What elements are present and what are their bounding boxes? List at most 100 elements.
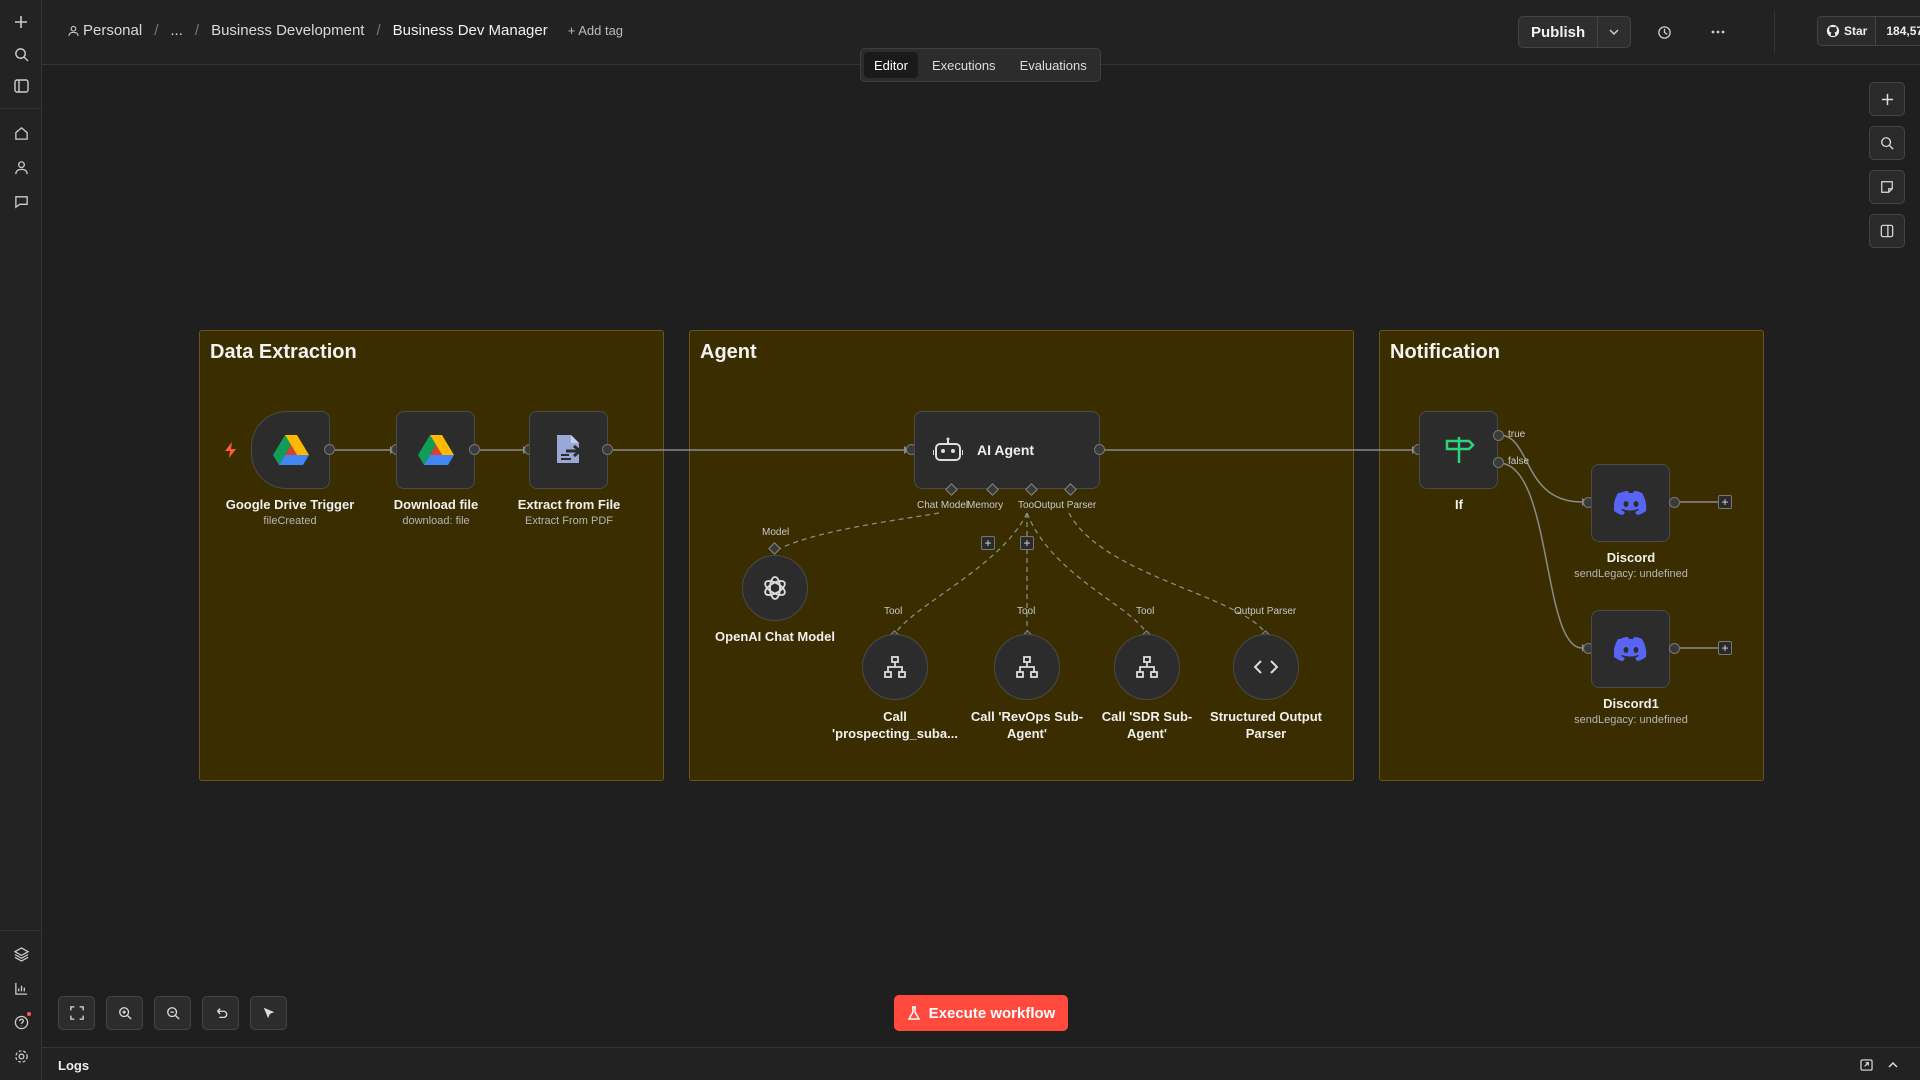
home-icon[interactable] (9, 121, 33, 145)
publish-button[interactable]: Publish (1519, 17, 1599, 47)
sticky-data-extraction[interactable]: Data Extraction (199, 330, 664, 781)
add-node-icon[interactable] (1869, 82, 1905, 116)
settings-icon[interactable] (9, 1044, 33, 1068)
port-label: Tool (1017, 606, 1036, 617)
node-label: Google Drive Trigger (225, 497, 355, 512)
port-label: Too (1018, 500, 1035, 511)
discord-icon (1613, 491, 1646, 515)
output-port[interactable] (602, 444, 613, 455)
code-icon (1254, 660, 1278, 674)
popout-icon[interactable] (1860, 1059, 1873, 1071)
chat-icon[interactable] (9, 189, 33, 213)
discord-icon (1613, 637, 1646, 661)
logs-panel[interactable]: Logs (42, 1047, 1920, 1080)
true-output-port[interactable] (1493, 430, 1504, 441)
download-file-node[interactable] (396, 411, 475, 489)
node-label: AI Agent (977, 442, 1035, 458)
port-label: Tool (1136, 606, 1155, 617)
chevron-up-icon[interactable] (1888, 1061, 1898, 1068)
call-sdr-node[interactable] (1114, 634, 1180, 700)
canvas-zoom-tools (58, 996, 287, 1030)
node-label: OpenAI Chat Model (715, 629, 835, 644)
call-prospecting-node[interactable] (862, 634, 928, 700)
port-label: Output Parser (1034, 500, 1097, 511)
plus-icon[interactable] (9, 10, 33, 34)
sticky-note-icon[interactable] (1869, 170, 1905, 204)
output-port[interactable] (1669, 497, 1680, 508)
false-output-port[interactable] (1493, 457, 1504, 468)
github-icon (1826, 24, 1840, 38)
sidebar-toggle-icon[interactable] (9, 74, 33, 98)
sitemap-icon (884, 656, 906, 678)
workflow-name[interactable]: Business Dev Manager (393, 22, 548, 39)
output-port[interactable] (1669, 643, 1680, 654)
port-label: Chat Model (917, 500, 969, 511)
fit-view-icon[interactable] (58, 996, 95, 1030)
user-icon[interactable] (9, 155, 33, 179)
templates-icon[interactable] (9, 942, 33, 966)
output-port[interactable] (469, 444, 480, 455)
google-drive-trigger-node[interactable] (251, 411, 330, 489)
if-node[interactable] (1419, 411, 1498, 489)
sticky-title: Notification (1390, 341, 1500, 363)
chevron-down-icon[interactable] (1598, 17, 1630, 47)
sticky-title: Agent (700, 341, 757, 363)
port-label: false (1508, 456, 1530, 467)
insights-icon[interactable] (9, 976, 33, 1000)
execute-workflow-button[interactable]: Execute workflow (894, 995, 1068, 1031)
add-memory-button[interactable]: + (981, 536, 995, 550)
node-subtitle: sendLegacy: undefined (1574, 714, 1688, 726)
add-node-button[interactable]: + (1718, 641, 1732, 655)
breadcrumb-ellipsis[interactable]: ... (170, 22, 183, 39)
node-label: Discord1 (1603, 696, 1659, 711)
github-star[interactable]: Star 184,578 (1817, 16, 1920, 46)
breadcrumb-personal[interactable]: Personal (68, 22, 142, 39)
node-label: If (1455, 497, 1463, 512)
zoom-out-icon[interactable] (154, 996, 191, 1030)
add-tool-button[interactable]: + (1020, 536, 1034, 550)
tidy-up-icon[interactable] (250, 996, 287, 1030)
discord-node[interactable] (1591, 464, 1670, 542)
search-icon[interactable] (1869, 126, 1905, 160)
panel-toggle-icon[interactable] (1869, 214, 1905, 248)
output-port[interactable] (1094, 444, 1105, 455)
left-rail (0, 0, 42, 1080)
sitemap-icon (1016, 656, 1038, 678)
file-export-icon (556, 435, 582, 463)
node-label: Call 'RevOps Sub-Agent' (970, 709, 1084, 741)
breadcrumb-folder[interactable]: Business Development (211, 22, 364, 39)
port-label: Tool (884, 606, 903, 617)
zoom-in-icon[interactable] (106, 996, 143, 1030)
breadcrumb: Personal / ... / Business Development / … (68, 22, 623, 39)
node-label: Download file (393, 497, 479, 512)
history-icon[interactable] (1652, 20, 1676, 44)
add-tag-button[interactable]: + Add tag (568, 23, 623, 38)
google-drive-icon (417, 435, 454, 465)
search-icon[interactable] (9, 42, 33, 66)
output-port[interactable] (324, 444, 335, 455)
sticky-title: Data Extraction (210, 341, 357, 363)
call-revops-node[interactable] (994, 634, 1060, 700)
openai-icon (764, 576, 786, 600)
robot-icon (933, 437, 963, 461)
discord1-node[interactable] (1591, 610, 1670, 688)
node-label: Discord (1606, 550, 1656, 565)
extract-from-file-node[interactable] (529, 411, 608, 489)
structured-output-parser-node[interactable] (1233, 634, 1299, 700)
help-icon[interactable] (9, 1010, 33, 1034)
notification-dot (27, 1012, 31, 1016)
lightning-icon (225, 442, 236, 458)
flask-icon (907, 1005, 920, 1020)
more-options-icon[interactable] (1706, 20, 1730, 44)
undo-icon[interactable] (202, 996, 239, 1030)
port-label: true (1508, 429, 1526, 440)
add-node-button[interactable]: + (1718, 495, 1732, 509)
port-label: Memory (967, 500, 1004, 511)
workflow-canvas[interactable]: Data Extraction Agent Notification Googl… (42, 66, 1920, 1046)
openai-chat-model-node[interactable] (742, 555, 808, 621)
node-label: Call 'SDR Sub-Agent' (1101, 709, 1193, 741)
publish-group: Publish (1518, 16, 1632, 48)
sitemap-icon (1136, 656, 1158, 678)
ai-agent-node[interactable]: AI Agent (914, 411, 1100, 489)
user-icon (68, 25, 79, 36)
